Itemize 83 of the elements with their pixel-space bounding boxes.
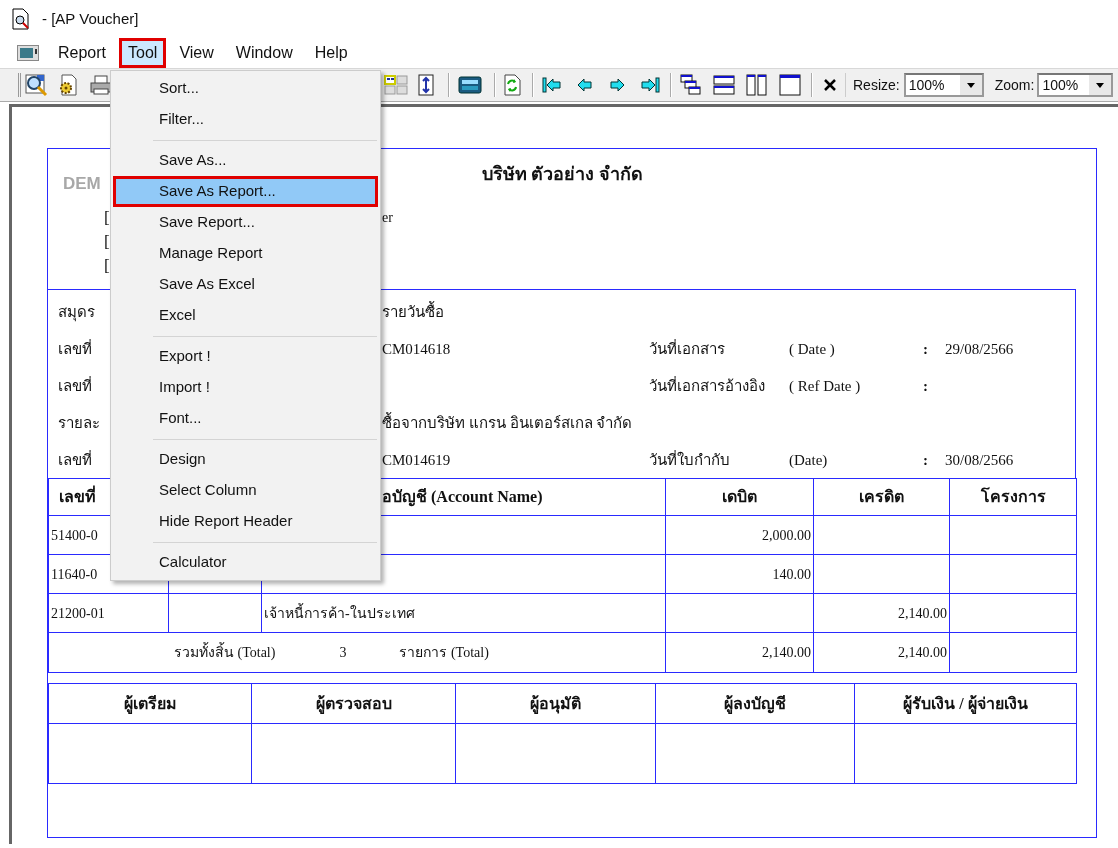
- window-title: - [AP Voucher]: [42, 8, 139, 29]
- printer-icon[interactable]: [90, 74, 112, 96]
- date-hint: ( Ref Date ): [789, 377, 862, 397]
- zoom-dropdown[interactable]: 100%: [1037, 73, 1114, 97]
- table-header: เดบิต: [665, 478, 814, 516]
- menu-item[interactable]: Tool: [119, 38, 167, 68]
- menu-item[interactable]: Export !: [113, 341, 378, 372]
- previous-page-icon[interactable]: [576, 76, 594, 94]
- calculator-icon[interactable]: [458, 74, 482, 96]
- menu-item[interactable]: Save Report...: [113, 207, 378, 238]
- table-cell: 2,000.00: [665, 515, 814, 555]
- window-icon[interactable]: [779, 74, 801, 96]
- colon-text: :: [923, 377, 929, 397]
- close-icon[interactable]: [823, 78, 837, 92]
- last-page-icon[interactable]: [640, 76, 660, 94]
- menu-item[interactable]: Manage Report: [113, 238, 378, 269]
- menu-item[interactable]: Excel: [113, 300, 378, 331]
- bracket-text: [: [104, 206, 110, 229]
- next-page-icon[interactable]: [608, 76, 626, 94]
- date-hint: ( Date ): [789, 340, 836, 360]
- total-label: รวมทั้งสิ้น (Total): [174, 642, 276, 663]
- field-value: ซื้อจากบริษัท แกรน อินเตอร์สเกล จำกัด: [382, 412, 1075, 435]
- signature-header: ผู้เตรียม: [48, 683, 252, 724]
- menu-item[interactable]: Import !: [113, 372, 378, 403]
- date-label: วันที่ใบกำกับ: [649, 449, 731, 471]
- menu-item[interactable]: Filter...: [113, 104, 378, 135]
- field-label: เลขที่: [58, 338, 93, 360]
- field-value: CM014619: [382, 451, 452, 471]
- app-icon: [10, 8, 32, 30]
- resize-label: Resize:: [853, 75, 900, 95]
- date-value: 30/08/2566: [945, 451, 1015, 471]
- table-cell: 2,140.00: [813, 593, 950, 633]
- resize-vertical-icon[interactable]: [418, 74, 434, 96]
- company-name: บริษัท ตัวอย่าง จำกัด: [481, 163, 644, 186]
- table-cell: 2,140.00: [813, 632, 950, 673]
- total-count-label: รายการ (Total): [399, 644, 489, 662]
- date-label: วันที่เอกสารอ้างอิง: [649, 375, 766, 397]
- zoom-label: Zoom:: [994, 75, 1035, 95]
- signature-header: ผู้อนุมัติ: [455, 683, 656, 724]
- tile-vertical-icon[interactable]: [746, 74, 768, 96]
- menu-item[interactable]: Save As...: [113, 145, 378, 176]
- resize-dropdown[interactable]: 100%: [903, 73, 984, 97]
- field-value: CM014618: [382, 340, 452, 360]
- signature-header: ผู้ลงบัญชี: [655, 683, 855, 724]
- colon-text: :: [923, 451, 929, 471]
- menu-icon[interactable]: [17, 45, 39, 61]
- table-cell: 140.00: [665, 554, 814, 594]
- menu-item[interactable]: Window: [226, 38, 302, 68]
- signature-header: ผู้รับเงิน / ผู้จ่ายเงิน: [854, 683, 1077, 724]
- signature-header: ผู้ตรวจสอบ: [251, 683, 456, 724]
- field-label: เลขที่: [58, 375, 93, 397]
- menu-item[interactable]: Save As Report...: [113, 176, 378, 207]
- total-count: 3: [339, 644, 347, 662]
- grid-icon[interactable]: [384, 74, 408, 96]
- preview-icon[interactable]: [24, 73, 50, 97]
- table-header: โครงการ: [949, 478, 1077, 516]
- menu-item[interactable]: Save As Excel: [113, 269, 378, 300]
- field-label: สมุดร: [58, 303, 96, 324]
- menu-item[interactable]: Font...: [113, 403, 378, 434]
- table-cell: 21200-01: [48, 593, 169, 633]
- table-header: เครดิต: [813, 478, 950, 516]
- field-label: รายละ: [58, 414, 101, 434]
- date-hint: (Date): [789, 451, 829, 471]
- tile-horizontal-icon[interactable]: [713, 74, 735, 96]
- logo-text: DEM: [62, 173, 101, 195]
- colon-text: :: [923, 340, 929, 360]
- menu-item[interactable]: Help: [305, 38, 357, 68]
- date-value: 29/08/2566: [945, 340, 1015, 360]
- header-text: er: [382, 208, 393, 227]
- field-value: รายวันซื้อ: [382, 301, 1075, 324]
- menu-item[interactable]: Report: [49, 38, 116, 68]
- cascade-windows-icon[interactable]: [680, 74, 702, 96]
- refresh-icon[interactable]: [502, 74, 522, 96]
- table-cell: เจ้าหนี้การค้า-ในประเทศ: [261, 593, 666, 633]
- menu-item[interactable]: Sort...: [113, 73, 378, 104]
- bracket-text: [: [104, 230, 110, 253]
- menu-item[interactable]: Design: [113, 444, 378, 475]
- field-label: เลขที่: [58, 449, 93, 471]
- bracket-text: [: [104, 254, 110, 277]
- date-label: วันที่เอกสาร: [649, 338, 726, 360]
- first-page-icon[interactable]: [542, 76, 562, 94]
- table-cell: 2,140.00: [665, 632, 814, 673]
- menu-item[interactable]: View: [170, 38, 223, 68]
